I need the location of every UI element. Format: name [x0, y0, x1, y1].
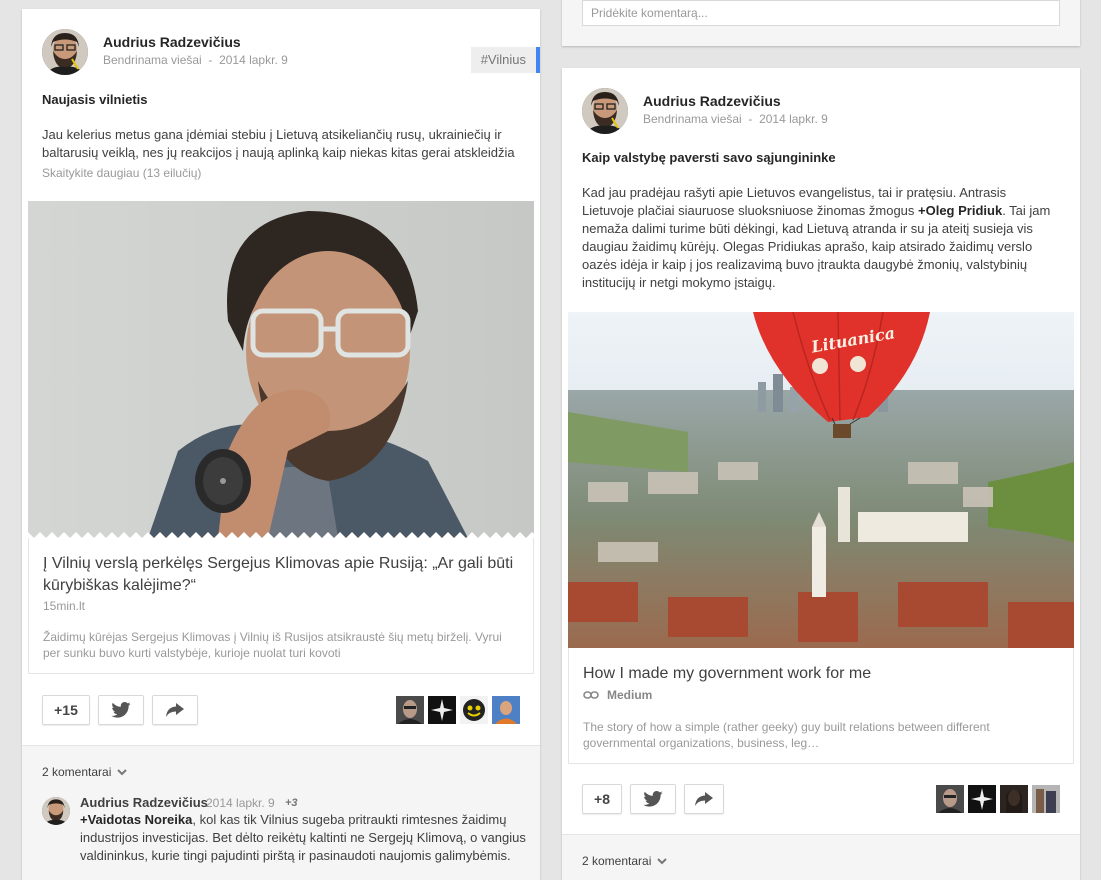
comments-toggle[interactable]: 2 komentarai	[42, 765, 128, 779]
post-image-vilnius[interactable]: Lituanica	[568, 312, 1074, 648]
plusoner-avatar[interactable]	[492, 696, 520, 724]
share-arrow-icon	[695, 792, 713, 806]
bird-icon	[111, 702, 131, 718]
link-description: The story of how a simple (rather geeky)…	[583, 720, 990, 750]
post-meta: Bendrinama viešai - 2014 lapkr. 9	[643, 112, 828, 126]
chevron-down-icon	[117, 768, 128, 775]
link-title[interactable]: Į Vilnių verslą perkėlęs Sergejus Klimov…	[43, 553, 519, 597]
visibility[interactable]: Bendrinama viešai	[103, 53, 202, 67]
post-body-line-1: Jau kelerius metus gana įdėmiai stebiu į…	[42, 127, 502, 142]
twitter-share-button[interactable]	[630, 784, 676, 814]
post-body: Kad jau pradėjau rašyti apie Lietuvos ev…	[582, 184, 1060, 292]
post-card-2: Audrius Radzevičius Bendrinama viešai - …	[562, 68, 1080, 880]
post-date[interactable]: 2014 lapkr. 9	[759, 112, 828, 126]
post-title: Naujasis vilnietis	[42, 92, 148, 107]
link-title[interactable]: How I made my government work for me	[583, 663, 1059, 685]
share-arrow-icon	[166, 703, 184, 717]
comments-section: 2 komentarai Audrius Radzevičius 2014 la…	[22, 745, 540, 880]
plusoner-avatar[interactable]	[936, 785, 964, 813]
author-name[interactable]: Audrius Radzevičius	[103, 34, 241, 50]
hashtag-vilnius[interactable]: #Vilnius	[470, 47, 540, 73]
comment-date[interactable]: 2014 lapkr. 9	[206, 796, 275, 810]
visibility[interactable]: Bendrinama viešai	[643, 112, 742, 126]
plusoner-avatar[interactable]	[1032, 785, 1060, 813]
post-meta: Bendrinama viešai - 2014 lapkr. 9	[103, 53, 288, 67]
link-source: 15min.lt	[43, 599, 86, 613]
comment-author[interactable]: Audrius Radzevičius	[80, 795, 208, 810]
link-preview[interactable]: Į Vilnių verslą perkėlęs Sergejus Klimov…	[28, 538, 534, 674]
meta-separator: -	[208, 53, 213, 67]
post-image-portrait[interactable]	[28, 201, 534, 538]
post-date[interactable]: 2014 lapkr. 9	[219, 53, 288, 67]
plusoner-avatar[interactable]	[968, 785, 996, 813]
plus-oners-avatars	[936, 785, 1060, 813]
post-card-1: Audrius Radzevičius Bendrinama viešai - …	[22, 9, 540, 880]
comment-input[interactable]: Pridėkite komentarą...	[582, 0, 1060, 26]
plusoner-avatar[interactable]	[428, 696, 456, 724]
post-body-line-2: baltarusių veiklą, nes jų reakcijos į na…	[42, 145, 515, 160]
share-button[interactable]	[152, 695, 198, 725]
chevron-down-icon	[657, 857, 668, 864]
plusoner-avatar[interactable]	[396, 696, 424, 724]
commenter-avatar[interactable]	[42, 797, 70, 825]
share-button[interactable]	[684, 784, 724, 814]
previous-post-footer: Pridėkite komentarą...	[562, 0, 1080, 46]
read-more-link[interactable]: Skaitykite daugiau (13 eilučių)	[42, 166, 201, 180]
comments-toggle[interactable]: 2 komentarai	[582, 854, 668, 868]
comment-mention[interactable]: +Vaidotas Noreika	[80, 812, 192, 827]
comments-count: 2 komentarai	[582, 854, 652, 868]
author-avatar[interactable]	[42, 29, 88, 75]
link-preview[interactable]: How I made my government work for me Med…	[568, 648, 1074, 764]
post-title: Kaip valstybę paversti savo sąjungininke	[582, 150, 836, 165]
plus-one-button[interactable]: +8	[582, 784, 622, 814]
meta-separator: -	[748, 112, 753, 126]
twitter-share-button[interactable]	[98, 695, 144, 725]
link-chain-icon	[583, 691, 599, 699]
plus-one-button[interactable]: +15	[42, 695, 90, 725]
comment-plus-count[interactable]: +3	[285, 797, 298, 809]
link-source: Medium	[583, 688, 652, 702]
author-avatar[interactable]	[582, 88, 628, 134]
link-source-name: Medium	[607, 688, 653, 702]
plusoner-avatar[interactable]	[460, 696, 488, 724]
bird-icon	[643, 791, 663, 807]
post-body: Jau kelerius metus gana įdėmiai stebiu į…	[42, 126, 522, 162]
comments-count: 2 komentarai	[42, 765, 112, 779]
post-mention[interactable]: +Oleg Pridiuk	[918, 203, 1002, 218]
author-name[interactable]: Audrius Radzevičius	[643, 93, 781, 109]
comment-text: +Vaidotas Noreika, kol kas tik Vilnius s…	[80, 811, 530, 865]
link-description: Žaidimų kūrėjas Sergejus Klimovas į Viln…	[43, 630, 502, 660]
plus-oners-avatars	[396, 696, 520, 724]
comments-section: 2 komentarai	[562, 834, 1080, 880]
plusoner-avatar[interactable]	[1000, 785, 1028, 813]
